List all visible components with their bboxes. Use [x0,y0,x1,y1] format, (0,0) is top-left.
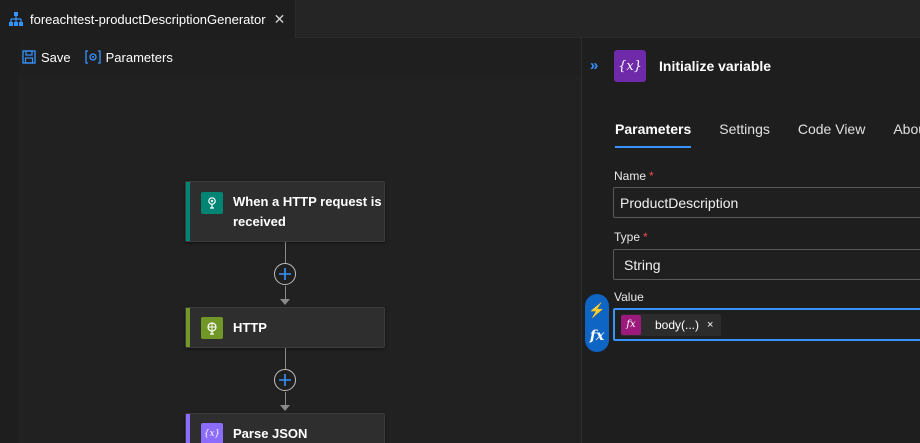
required-marker: * [643,230,648,244]
connector-line [285,242,286,264]
card-title: HTTP [233,319,267,335]
name-field-value: ProductDescription [620,194,739,211]
connector-line [285,348,286,369]
card-accent-strip [186,414,190,443]
card-title: When a HTTP request is received [233,194,382,229]
value-field-label: Value [614,290,644,304]
type-dropdown[interactable]: String [613,249,920,280]
type-field-label: Type * [614,230,648,244]
tab-bar: foreachtest-productDescriptionGenerator … [0,0,920,38]
card-accent-strip [186,308,190,347]
remove-token-icon[interactable]: × [707,319,713,331]
close-icon[interactable]: ✕ [274,11,286,28]
parameters-button[interactable]: Parameters [84,49,173,65]
card-accent-strip [186,182,190,241]
save-icon [22,50,36,64]
type-label-text: Type [614,230,641,244]
parameters-icon [84,50,101,64]
panel-title[interactable]: Initialize variable [659,58,771,74]
add-step-button[interactable] [274,263,296,285]
name-field[interactable]: ProductDescription [613,187,920,218]
name-label-text: Name [614,169,647,183]
value-field[interactable]: fx body(...) × [613,308,920,341]
save-button[interactable]: Save [22,50,71,65]
type-field-value: String [624,256,661,273]
tab-settings[interactable]: Settings [719,121,770,148]
tab-code-view[interactable]: Code View [798,121,865,148]
required-marker: * [649,169,654,183]
arrow-down-icon [280,299,290,305]
http-request-trigger-icon [201,192,223,214]
action-card-parse-json[interactable]: {x} Parse JSON [185,413,385,443]
variable-icon: {x} [201,422,223,443]
connector-line [285,392,286,406]
designer-toolbar: Save Parameters [18,38,581,76]
logic-app-icon [9,12,23,26]
variable-icon: {x} [614,50,646,82]
action-card-http[interactable]: HTTP [185,307,385,348]
designer-canvas[interactable] [18,76,581,443]
parameters-label: Parameters [105,49,173,65]
trigger-card-http-request[interactable]: When a HTTP request is received [185,181,385,242]
value-label-text: Value [614,290,644,304]
token-label: body(...) [655,317,700,332]
collapse-panel-icon[interactable]: » [590,57,598,74]
activity-edge [0,38,18,443]
tab-logic-app[interactable]: foreachtest-productDescriptionGenerator … [0,0,296,38]
lightning-icon[interactable]: ⚡ [588,303,605,319]
tab-about[interactable]: About [893,121,920,148]
save-label: Save [41,49,71,65]
tab-parameters[interactable]: Parameters [615,121,692,148]
connector-line [285,286,286,300]
card-title: Parse JSON [233,425,308,441]
function-icon: fx [621,314,641,335]
tab-title: foreachtest-productDescriptionGenerator [30,11,266,27]
http-globe-icon [201,316,223,339]
app-window: foreachtest-productDescriptionGenerator … [0,0,920,443]
insert-content-pill: ⚡ fx [585,294,609,352]
name-field-label: Name * [614,169,654,183]
arrow-down-icon [280,405,290,411]
add-step-button[interactable] [274,369,296,391]
plus-icon [279,374,291,386]
expression-icon[interactable]: fx [590,328,604,344]
plus-icon [279,268,291,280]
details-panel: » {x} Initialize variable Parameters Set… [582,38,920,443]
expression-token[interactable]: fx body(...) × [621,313,722,336]
panel-tabs: Parameters Settings Code View About [615,121,920,148]
